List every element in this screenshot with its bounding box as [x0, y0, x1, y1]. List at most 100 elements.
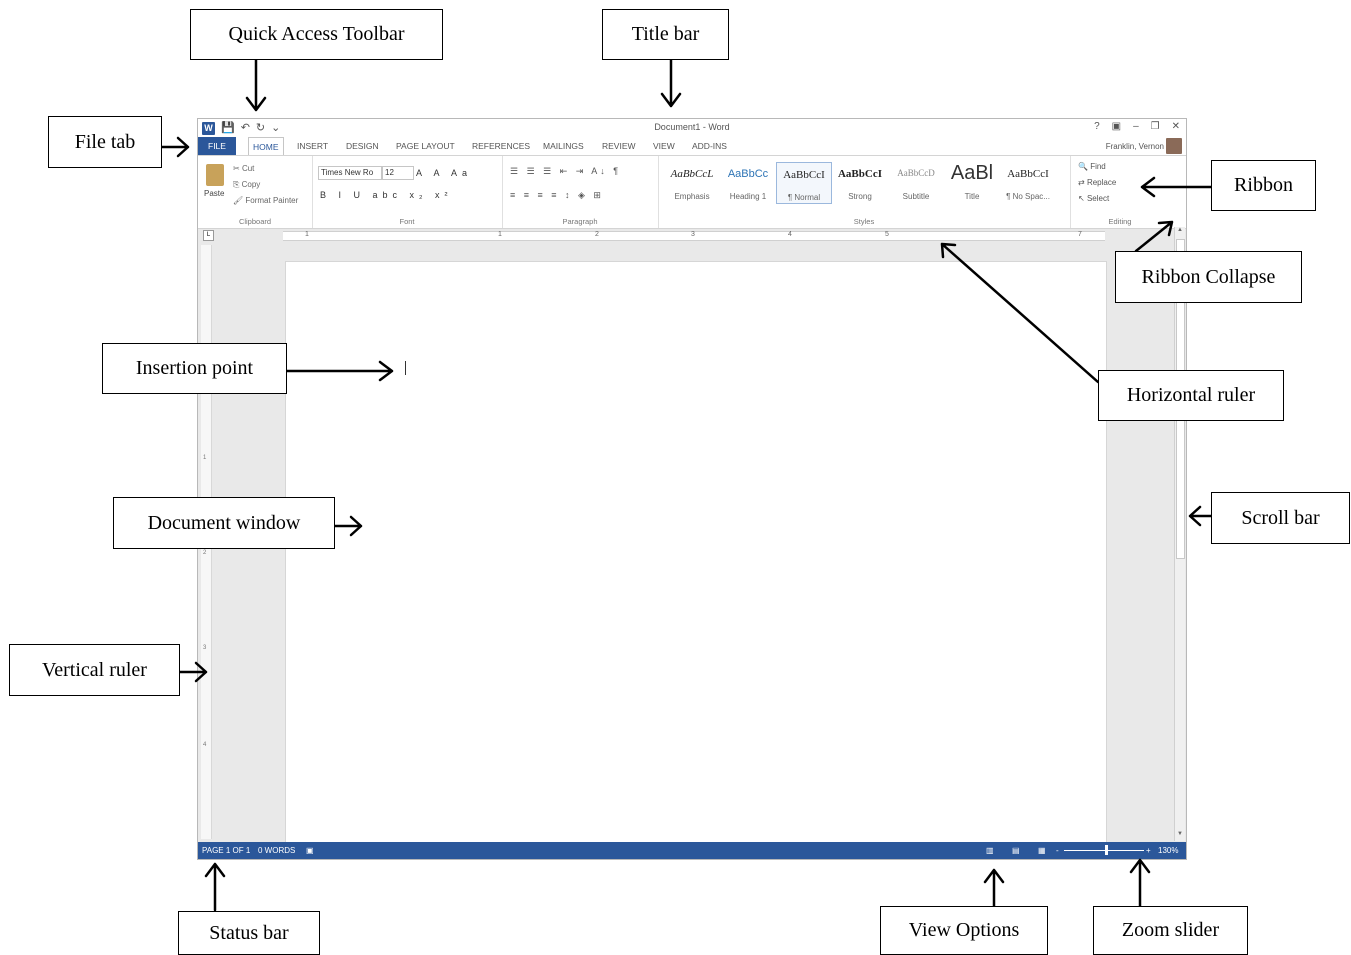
style-preview: AaBl	[950, 162, 994, 184]
ruler-row: L 1 1 2 3 4 5 7	[198, 229, 1186, 241]
zoom-level[interactable]: 130%	[1158, 846, 1178, 855]
ruler-mark: 3	[691, 231, 695, 238]
restore-button[interactable]: ❐	[1151, 121, 1160, 132]
style-preview: AaBbCcD	[897, 168, 935, 178]
style-name: Subtitle	[902, 192, 930, 201]
find-button[interactable]: 🔍 Find	[1078, 162, 1106, 171]
font-name-select[interactable]: Times New Ro	[318, 166, 382, 180]
paste-icon[interactable]	[206, 164, 224, 186]
ruler-mark: 2	[595, 231, 599, 238]
ruler-mark: 4	[203, 742, 207, 748]
clipboard-group: Paste ✂ Cut ⎘ Copy 🖌 Format Painter Clip…	[198, 156, 313, 228]
ruler-mark: 1	[203, 455, 207, 461]
ruler-mark: 4	[788, 231, 792, 238]
read-mode-icon[interactable]: ▥	[986, 846, 994, 855]
style-emphasis[interactable]: AaBbCcL Emphasis	[664, 162, 720, 204]
document-window[interactable]	[285, 261, 1107, 853]
callout-view-options: View Options	[880, 906, 1048, 955]
grow-shrink-font-icon[interactable]: A A Aa	[416, 168, 472, 178]
callout-ribbon-collapse: Ribbon Collapse	[1115, 251, 1302, 303]
list-buttons[interactable]: ☰ ☰ ☰ ⇤ ⇥ A↓ ¶	[510, 166, 621, 177]
ribbon: Paste ✂ Cut ⎘ Copy 🖌 Format Painter Clip…	[198, 155, 1186, 262]
document-title: Document1 - Word	[654, 122, 730, 132]
word-count[interactable]: 0 WORDS	[258, 846, 295, 855]
arrow-status-bar	[204, 862, 226, 912]
paste-button[interactable]: Paste	[204, 189, 224, 198]
style-normal[interactable]: AaBbCcI ¶ Normal	[776, 162, 832, 204]
format-painter-button[interactable]: 🖌 Format Painter	[233, 196, 298, 205]
style-preview: AaBbCc	[727, 168, 769, 180]
select-label: Select	[1086, 194, 1110, 203]
style-name: Strong	[848, 192, 872, 201]
paragraph-label: Paragraph	[562, 217, 598, 226]
avatar[interactable]	[1166, 138, 1182, 154]
styles-label: Styles	[853, 217, 875, 226]
tab-file[interactable]: FILE	[198, 137, 236, 155]
print-layout-icon[interactable]: ▤	[1012, 846, 1020, 855]
style-preview: AaBbCcI	[837, 168, 882, 180]
scroll-down-icon[interactable]: ▼	[1175, 831, 1185, 841]
style-no-spacing[interactable]: AaBbCcI ¶ No Spac...	[1000, 162, 1056, 204]
align-buttons[interactable]: ≡ ≡ ≡ ≡ ↕ ◈ ⊞	[510, 190, 604, 201]
callout-document-window: Document window	[113, 497, 335, 549]
close-button[interactable]: ✕	[1172, 121, 1180, 132]
page-count[interactable]: PAGE 1 OF 1	[202, 846, 250, 855]
zoom-in-button[interactable]: +	[1146, 846, 1151, 855]
callout-quick-access-toolbar: Quick Access Toolbar	[190, 9, 443, 60]
scroll-up-icon[interactable]: ▲	[1175, 227, 1185, 237]
tab-review[interactable]: REVIEW	[598, 137, 640, 155]
help-button[interactable]: ?	[1094, 121, 1100, 132]
callout-scroll-bar: Scroll bar	[1211, 492, 1350, 544]
ruler-mark: 7	[1078, 231, 1082, 238]
style-name: Title	[964, 192, 980, 201]
cut-label: Cut	[241, 164, 255, 173]
tab-selector-icon[interactable]: L	[203, 230, 214, 241]
style-subtitle[interactable]: AaBbCcD Subtitle	[888, 162, 944, 204]
tab-page-layout[interactable]: PAGE LAYOUT	[392, 137, 459, 155]
zoom-slider[interactable]	[1064, 850, 1144, 851]
font-size-select[interactable]: 12	[382, 166, 414, 180]
zoom-out-button[interactable]: -	[1056, 846, 1059, 855]
callout-file-tab: File tab	[48, 116, 162, 168]
arrow-title-bar	[660, 58, 682, 108]
select-button[interactable]: ↖ Select	[1078, 194, 1109, 203]
format-buttons[interactable]: B I U abc x₂ x²	[320, 190, 453, 200]
arrow-zoom-slider	[1129, 858, 1151, 908]
web-layout-icon[interactable]: ▦	[1038, 846, 1046, 855]
user-name[interactable]: Franklin, Vernon	[1106, 142, 1164, 151]
callout-ribbon: Ribbon	[1211, 160, 1316, 211]
style-preview: AaBbCcI	[783, 169, 825, 181]
horizontal-ruler[interactable]: 1 1 2 3 4 5 7	[283, 231, 1105, 241]
style-title[interactable]: AaBl Title	[944, 162, 1000, 204]
style-name: Heading 1	[729, 192, 767, 201]
ruler-mark: 3	[203, 645, 207, 651]
style-heading-1[interactable]: AaBbCc Heading 1	[720, 162, 776, 204]
scroll-bar[interactable]: ▲ ▼	[1174, 227, 1185, 841]
tab-mailings[interactable]: MAILINGS	[539, 137, 588, 155]
tab-design[interactable]: DESIGN	[342, 137, 383, 155]
tab-view[interactable]: VIEW	[649, 137, 679, 155]
replace-button[interactable]: ⇄ Replace	[1078, 178, 1116, 187]
arrow-view-options	[983, 868, 1005, 908]
callout-title-bar: Title bar	[602, 9, 729, 60]
arrow-quick-access	[245, 58, 267, 112]
style-strong[interactable]: AaBbCcI Strong	[832, 162, 888, 204]
tab-home[interactable]: HOME	[248, 137, 284, 156]
tab-insert[interactable]: INSERT	[293, 137, 332, 155]
tab-references[interactable]: REFERENCES	[468, 137, 534, 155]
proofing-icon[interactable]: ▣	[306, 846, 314, 855]
callout-insertion-point: Insertion point	[102, 343, 287, 394]
format-painter-label: Format Painter	[245, 196, 299, 205]
minimize-button[interactable]: –	[1133, 121, 1139, 132]
cut-button[interactable]: ✂ Cut	[233, 164, 254, 173]
copy-button[interactable]: ⎘ Copy	[233, 180, 260, 190]
style-name: Emphasis	[674, 192, 710, 201]
ribbon-display-options-button[interactable]: ▣	[1112, 121, 1121, 132]
callout-status-bar: Status bar	[178, 911, 320, 955]
callout-vertical-ruler: Vertical ruler	[9, 644, 180, 696]
zoom-slider-knob[interactable]	[1105, 845, 1108, 855]
callout-zoom-slider: Zoom slider	[1093, 906, 1248, 955]
style-name: ¶ Normal	[787, 193, 821, 202]
tab-add-ins[interactable]: ADD-INS	[688, 137, 731, 155]
ruler-mark: 1	[305, 231, 309, 238]
